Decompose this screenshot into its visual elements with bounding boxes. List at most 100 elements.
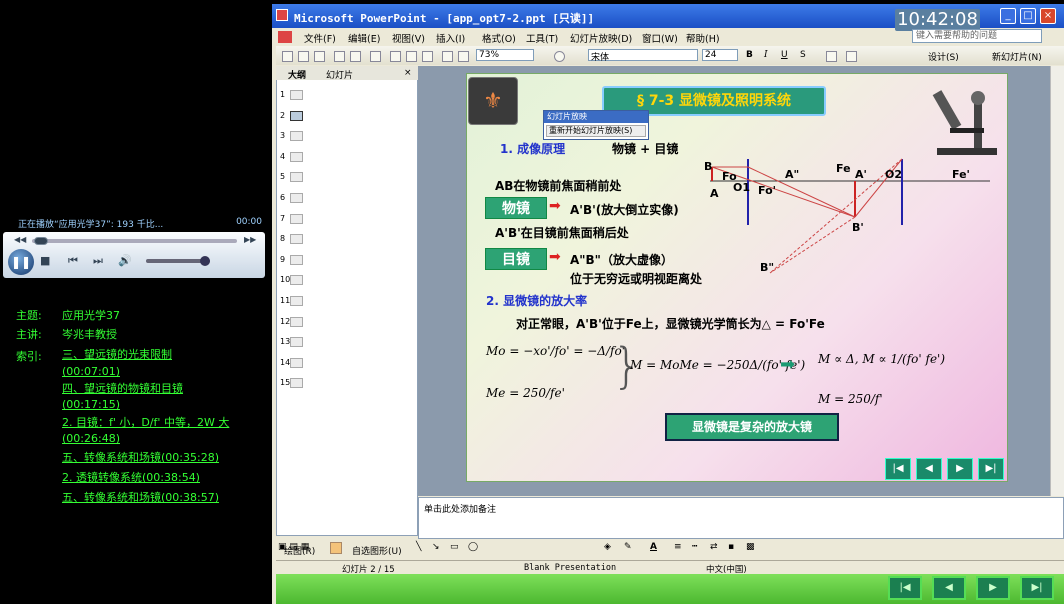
slide-thumbnail[interactable]	[290, 110, 303, 121]
maximize-button[interactable]: □	[1020, 8, 1036, 24]
tab-slides[interactable]: 幻灯片	[326, 68, 353, 81]
font-size-select[interactable]: 24	[702, 49, 738, 61]
slide-thumbnail[interactable]	[290, 337, 303, 348]
green-last-button[interactable]: ▶|	[1020, 576, 1054, 600]
minimize-button[interactable]: _	[1000, 8, 1016, 24]
chart-icon[interactable]	[442, 51, 453, 62]
menu-window[interactable]: 窗口(W)	[642, 31, 678, 45]
slide-thumbnail[interactable]	[290, 378, 303, 389]
index-link[interactable]: 2. 目镜：f' 小，D/f' 中等，2W 大	[62, 415, 229, 431]
next-icon[interactable]: ⏭	[93, 254, 103, 268]
index-link[interactable]: (00:26:48)	[62, 431, 120, 447]
menu-insert[interactable]: 插入(I)	[436, 31, 465, 45]
menu-tools[interactable]: 工具(T)	[526, 31, 558, 45]
close-button[interactable]: ×	[1040, 8, 1056, 24]
notes-placeholder[interactable]: 单击此处添加备注	[424, 502, 496, 515]
help-search-input[interactable]: 键入需要帮助的问题	[912, 29, 1042, 43]
table-icon[interactable]	[458, 51, 469, 62]
autoshapes-menu[interactable]: 自选图形(U)	[352, 544, 402, 557]
slide-thumbnail[interactable]	[290, 357, 303, 368]
vertical-scrollbar[interactable]	[1050, 66, 1064, 496]
notes-pane[interactable]	[418, 497, 1064, 539]
arrow-style-icon[interactable]: ⇄	[710, 542, 718, 552]
slide-thumbnail[interactable]	[290, 316, 303, 327]
italic-button[interactable]: I	[764, 50, 768, 60]
forward-icon[interactable]: ▶▶	[244, 235, 256, 244]
open-icon[interactable]	[298, 51, 309, 62]
previous-icon[interactable]: ⏮	[68, 254, 78, 268]
new-slide-button[interactable]: 新幻灯片(N)	[992, 50, 1042, 63]
slide-thumbnail[interactable]	[290, 131, 303, 142]
select-arrow-icon[interactable]	[330, 542, 342, 554]
green-prev-button[interactable]: ◀	[932, 576, 966, 600]
next-slide-button[interactable]: ▶	[947, 458, 973, 480]
shadow-icon[interactable]: ▪	[728, 542, 734, 552]
rectangle-icon[interactable]: ▭	[450, 542, 459, 552]
volume-icon[interactable]: 🔊	[118, 254, 132, 267]
first-slide-button[interactable]: |◀	[885, 458, 911, 480]
tab-outline[interactable]: 大纲	[288, 68, 306, 81]
index-link[interactable]: 三、望远镜的光束限制	[62, 347, 172, 363]
spell-icon[interactable]	[370, 51, 381, 62]
green-next-button[interactable]: ▶	[976, 576, 1010, 600]
cut-icon[interactable]	[390, 51, 401, 62]
rewind-icon[interactable]: ◀◀	[14, 235, 26, 244]
restart-slideshow-button[interactable]: 重新开始幻灯片放映(S)	[546, 125, 646, 137]
slide-thumbnail[interactable]	[290, 234, 303, 245]
slide-thumbnail[interactable]	[290, 275, 303, 286]
list-icon[interactable]	[846, 51, 857, 62]
bold-button[interactable]: B	[746, 50, 753, 60]
font-select[interactable]: 宋体	[588, 49, 698, 63]
prev-slide-button[interactable]: ◀	[916, 458, 942, 480]
align-icon[interactable]	[826, 51, 837, 62]
index-link[interactable]: (00:17:15)	[62, 397, 120, 413]
index-link[interactable]: 四、望远镜的物镜和目镜	[62, 381, 183, 397]
index-link[interactable]: 五、转像系统和场镜(00:35:28)	[62, 450, 219, 466]
menu-edit[interactable]: 编辑(E)	[348, 31, 380, 45]
3d-icon[interactable]: ▩	[746, 542, 755, 552]
menu-slideshow[interactable]: 幻灯片放映(D)	[570, 31, 632, 45]
menu-file[interactable]: 文件(F)	[304, 31, 336, 45]
dash-style-icon[interactable]: ┅	[692, 542, 697, 552]
zoom-select[interactable]: 73%	[476, 49, 534, 61]
underline-button[interactable]: U	[781, 50, 788, 60]
slide-thumbnail[interactable]	[290, 254, 303, 265]
design-button[interactable]: 设计(S)	[928, 50, 959, 63]
stop-icon[interactable]: ■	[40, 254, 50, 267]
slide-thumbnail[interactable]	[290, 90, 303, 100]
fill-color-icon[interactable]: ◈	[604, 542, 611, 552]
slide-thumbnail[interactable]	[290, 193, 303, 203]
undo-icon[interactable]	[422, 51, 433, 62]
menu-help[interactable]: 帮助(H)	[686, 31, 720, 45]
menu-format[interactable]: 格式(O)	[482, 31, 516, 45]
index-link[interactable]: 2. 透镜转像系统(00:38:54)	[62, 470, 200, 486]
oval-icon[interactable]: ◯	[468, 542, 478, 552]
panel-close-icon[interactable]: ×	[404, 68, 412, 78]
menu-view[interactable]: 视图(V)	[392, 31, 425, 45]
line-icon[interactable]: ╲	[416, 542, 421, 552]
copy-icon[interactable]	[406, 51, 417, 62]
seek-knob[interactable]	[34, 237, 48, 245]
line-style-icon[interactable]: ≡	[674, 542, 682, 552]
slide-thumbnail[interactable]	[290, 172, 303, 183]
doc-icon[interactable]	[278, 31, 292, 43]
help-icon[interactable]	[554, 51, 565, 62]
index-link[interactable]: (00:07:01)	[62, 364, 120, 380]
slide-thumbnail[interactable]	[290, 151, 303, 162]
volume-knob[interactable]	[200, 256, 210, 266]
green-first-button[interactable]: |◀	[888, 576, 922, 600]
save-icon[interactable]	[314, 51, 325, 62]
font-color-icon[interactable]: A	[650, 542, 657, 552]
preview-icon[interactable]	[350, 51, 361, 62]
slide-thumbnail[interactable]	[290, 213, 303, 224]
seek-bar[interactable]	[32, 239, 237, 243]
pause-button[interactable]: ❚❚	[8, 249, 34, 275]
line-color-icon[interactable]: ✎	[624, 542, 632, 552]
slide-thumbnail[interactable]	[290, 296, 303, 306]
index-link[interactable]: 五、转像系统和场镜(00:38:57)	[62, 490, 219, 506]
print-icon[interactable]	[334, 51, 345, 62]
last-slide-button[interactable]: ▶|	[978, 458, 1004, 480]
new-icon[interactable]	[282, 51, 293, 62]
arrow-icon[interactable]: ↘	[432, 542, 440, 552]
strike-button[interactable]: S	[800, 50, 806, 60]
